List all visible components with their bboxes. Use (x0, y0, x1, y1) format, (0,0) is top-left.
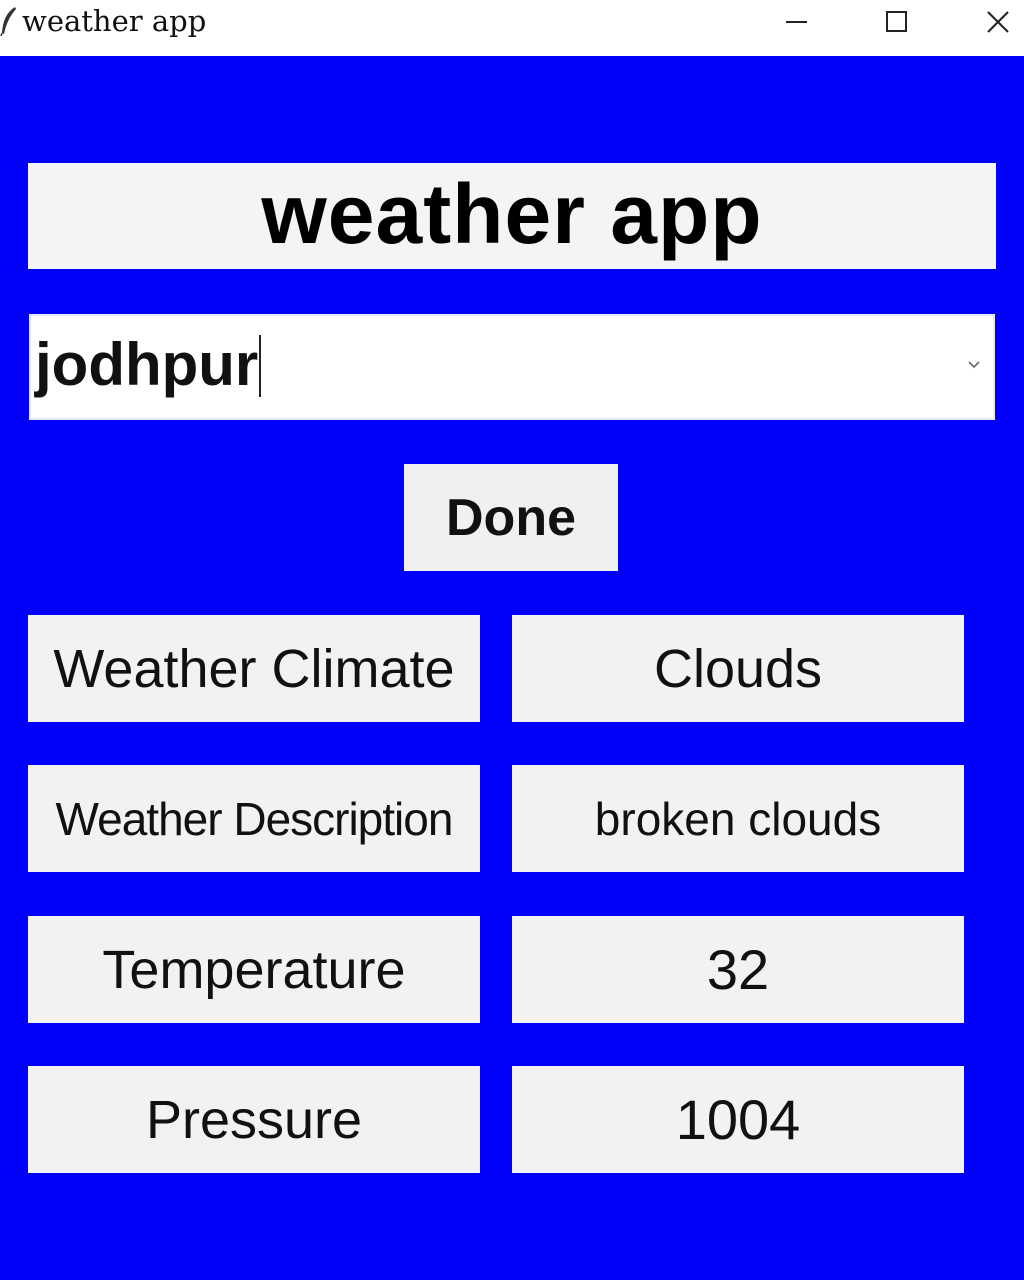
city-input-value[interactable]: jodhpur (35, 332, 262, 398)
feather-icon (0, 6, 18, 37)
client-area: weather app jodhpur Done Weather Climate… (0, 56, 1024, 1280)
city-combobox[interactable]: jodhpur (29, 314, 995, 420)
weather-climate-value: Clouds (512, 615, 964, 722)
pressure-value: 1004 (512, 1066, 964, 1173)
header-banner: weather app (28, 163, 996, 269)
minimize-button[interactable] (766, 0, 826, 44)
weather-climate-label: Weather Climate (28, 615, 480, 722)
temperature-value: 32 (512, 916, 964, 1023)
done-button[interactable]: Done (404, 464, 618, 571)
chevron-down-icon[interactable] (965, 356, 983, 374)
temperature-label: Temperature (28, 916, 480, 1023)
maximize-button[interactable] (866, 0, 926, 44)
done-button-label: Done (446, 488, 576, 547)
window-title: weather app (22, 4, 207, 38)
app-window: weather app weather app jodhpur Done Wea… (0, 0, 1024, 1280)
weather-description-label: Weather Description (28, 765, 480, 872)
app-heading: weather app (261, 167, 763, 261)
title-bar[interactable]: weather app (0, 0, 1024, 57)
close-button[interactable] (966, 0, 1024, 44)
pressure-label: Pressure (28, 1066, 480, 1173)
weather-description-value: broken clouds (512, 765, 964, 872)
text-cursor (259, 335, 262, 397)
